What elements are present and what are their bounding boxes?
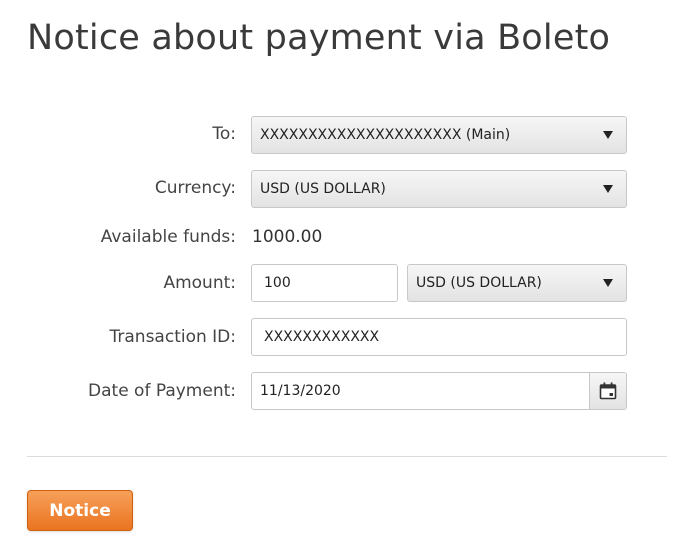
transaction-id-field[interactable] xyxy=(251,318,627,356)
notice-button[interactable]: Notice xyxy=(27,490,133,531)
chevron-down-icon xyxy=(603,185,613,193)
currency-label: Currency: xyxy=(154,178,236,198)
calendar-icon xyxy=(599,382,617,400)
to-label: To: xyxy=(212,124,236,144)
amount-currency-select[interactable]: USD (US DOLLAR) xyxy=(407,264,627,302)
amount-label: Amount: xyxy=(163,273,236,293)
payment-notice-page: Notice about payment via Boleto To: XXXX… xyxy=(0,0,696,548)
available-funds-value: 1000.00 xyxy=(252,227,323,247)
amount-field[interactable] xyxy=(251,264,398,302)
available-funds-label: Available funds: xyxy=(100,227,236,247)
date-of-payment-field[interactable] xyxy=(251,372,627,410)
calendar-button[interactable] xyxy=(589,373,626,409)
chevron-down-icon xyxy=(603,131,613,139)
date-of-payment-label: Date of Payment: xyxy=(88,381,236,401)
page-title: Notice about payment via Boleto xyxy=(27,18,611,58)
to-select-value: XXXXXXXXXXXXXXXXXXXXX (Main) xyxy=(260,127,511,143)
divider xyxy=(27,456,667,457)
transaction-id-input[interactable] xyxy=(264,329,626,345)
currency-select-value: USD (US DOLLAR) xyxy=(260,181,386,197)
amount-currency-select-value: USD (US DOLLAR) xyxy=(416,275,542,291)
amount-input[interactable] xyxy=(264,275,397,291)
date-of-payment-input[interactable] xyxy=(260,383,589,399)
chevron-down-icon xyxy=(603,279,613,287)
currency-select[interactable]: USD (US DOLLAR) xyxy=(251,170,627,208)
transaction-id-label: Transaction ID: xyxy=(109,327,237,347)
to-select[interactable]: XXXXXXXXXXXXXXXXXXXXX (Main) xyxy=(251,116,627,154)
